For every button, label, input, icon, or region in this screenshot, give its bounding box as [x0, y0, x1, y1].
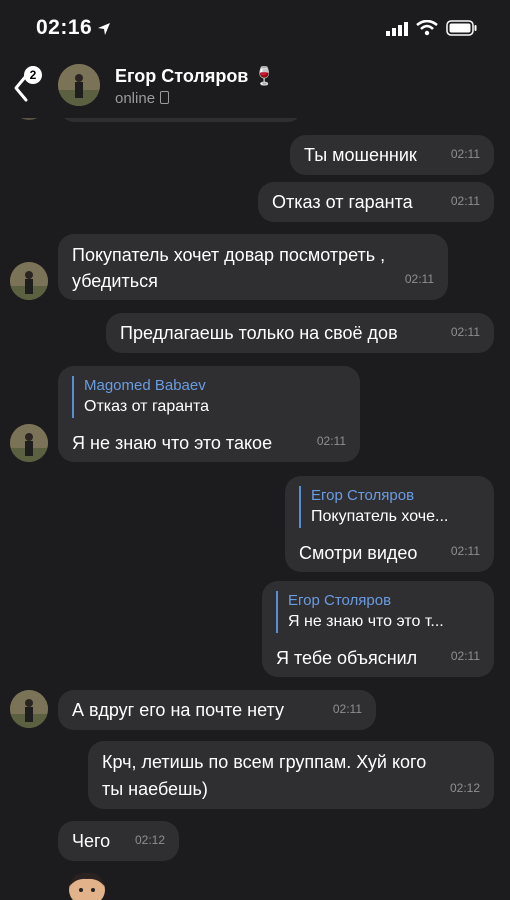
- message-text-line: убедиться: [72, 271, 158, 291]
- status-bar: 02:16: [0, 0, 510, 52]
- battery-icon: [446, 20, 477, 36]
- reply-text: Я не знаю что это т...: [288, 613, 444, 630]
- message-time: 02:11: [450, 544, 480, 558]
- contact-name[interactable]: Егор Столяров 🍷: [115, 66, 276, 87]
- phone-icon: [160, 91, 170, 104]
- reply-text: Покупатель хоче...: [311, 508, 449, 525]
- reply-author: Егор Столяров: [311, 487, 415, 504]
- message-time: 02:11: [450, 325, 480, 339]
- contact-avatar[interactable]: [58, 64, 100, 106]
- message-bubble-outgoing[interactable]: Крч, летишь по всем группам. Хуй кого ты…: [88, 741, 494, 809]
- reply-author: Magomed Babaev: [84, 377, 206, 394]
- message-bubble-incoming[interactable]: Чего 02:12: [58, 821, 179, 861]
- contact-status: online: [115, 90, 170, 107]
- reply-text: Отказ от гаранта: [84, 398, 210, 415]
- contact-avatar[interactable]: [10, 690, 48, 728]
- message-text: А вдруг его на почте нету: [72, 700, 284, 720]
- reply-quote[interactable]: Magomed Babaev Отказ от гаранта: [72, 376, 209, 418]
- reply-author: Егор Столяров: [288, 592, 392, 609]
- sticker-image[interactable]: [62, 870, 112, 900]
- message-time: 02:11: [316, 434, 346, 448]
- message-time: 02:11: [450, 147, 480, 161]
- message-bubble-outgoing[interactable]: Егор Столяров Я не знаю что это т... Я т…: [262, 581, 494, 677]
- reply-quote[interactable]: Егор Столяров Покупатель хоче...: [299, 486, 448, 528]
- message-text: Чего: [72, 831, 111, 851]
- message-bubble-outgoing[interactable]: Егор Столяров Покупатель хоче... Смотри …: [285, 476, 494, 572]
- message-bubble-incoming[interactable]: А вдруг его на почте нету 02:11: [58, 690, 376, 730]
- contact-avatar[interactable]: [10, 424, 48, 462]
- cellular-signal-icon: [386, 22, 408, 36]
- message-bubble-incoming[interactable]: Покупатель хочет довар посмотреть , убед…: [58, 234, 448, 300]
- message-text-line: Покупатель хочет довар посмотреть ,: [72, 245, 386, 265]
- message-text: Предлагаешь только на своё дов: [120, 323, 398, 343]
- message-time: 02:11: [450, 194, 480, 208]
- message-text-line: Крч, летишь по всем группам. Хуй кого: [102, 752, 427, 772]
- message-time: 02:11: [404, 272, 434, 286]
- message-bubble-outgoing[interactable]: Отказ от гаранта 02:11: [258, 182, 494, 222]
- message-text: Отказ от гаранта: [272, 192, 413, 212]
- reply-quote[interactable]: Егор Столяров Я не знаю что это т...: [276, 591, 444, 633]
- wine-glass-emoji: 🍷: [253, 66, 276, 86]
- chat-header: 2 Егор Столяров 🍷 online: [0, 52, 510, 118]
- status-time: 02:16: [36, 16, 93, 39]
- wifi-icon: [416, 20, 438, 36]
- message-text: Смотри видео: [299, 543, 418, 563]
- message-bubble-outgoing[interactable]: Ты мошенник 02:11: [290, 135, 494, 175]
- message-text: Я не знаю что это такое: [72, 433, 273, 453]
- message-time: 02:12: [134, 833, 165, 847]
- message-bubble-incoming[interactable]: Magomed Babaev Отказ от гаранта Я не зна…: [58, 366, 360, 462]
- message-text: Я тебе объяснил: [276, 648, 418, 668]
- message-text-line: ты наебешь): [102, 779, 208, 799]
- message-bubble-outgoing[interactable]: Предлагаешь только на своё дов 02:11: [106, 313, 494, 353]
- location-arrow-icon: [98, 23, 110, 35]
- message-time: 02:12: [449, 781, 480, 795]
- contact-avatar[interactable]: [10, 262, 48, 300]
- message-time: 02:11: [332, 702, 362, 716]
- unread-badge: 2: [24, 66, 42, 84]
- message-text: Ты мошенник: [304, 145, 417, 165]
- message-time: 02:11: [450, 649, 480, 663]
